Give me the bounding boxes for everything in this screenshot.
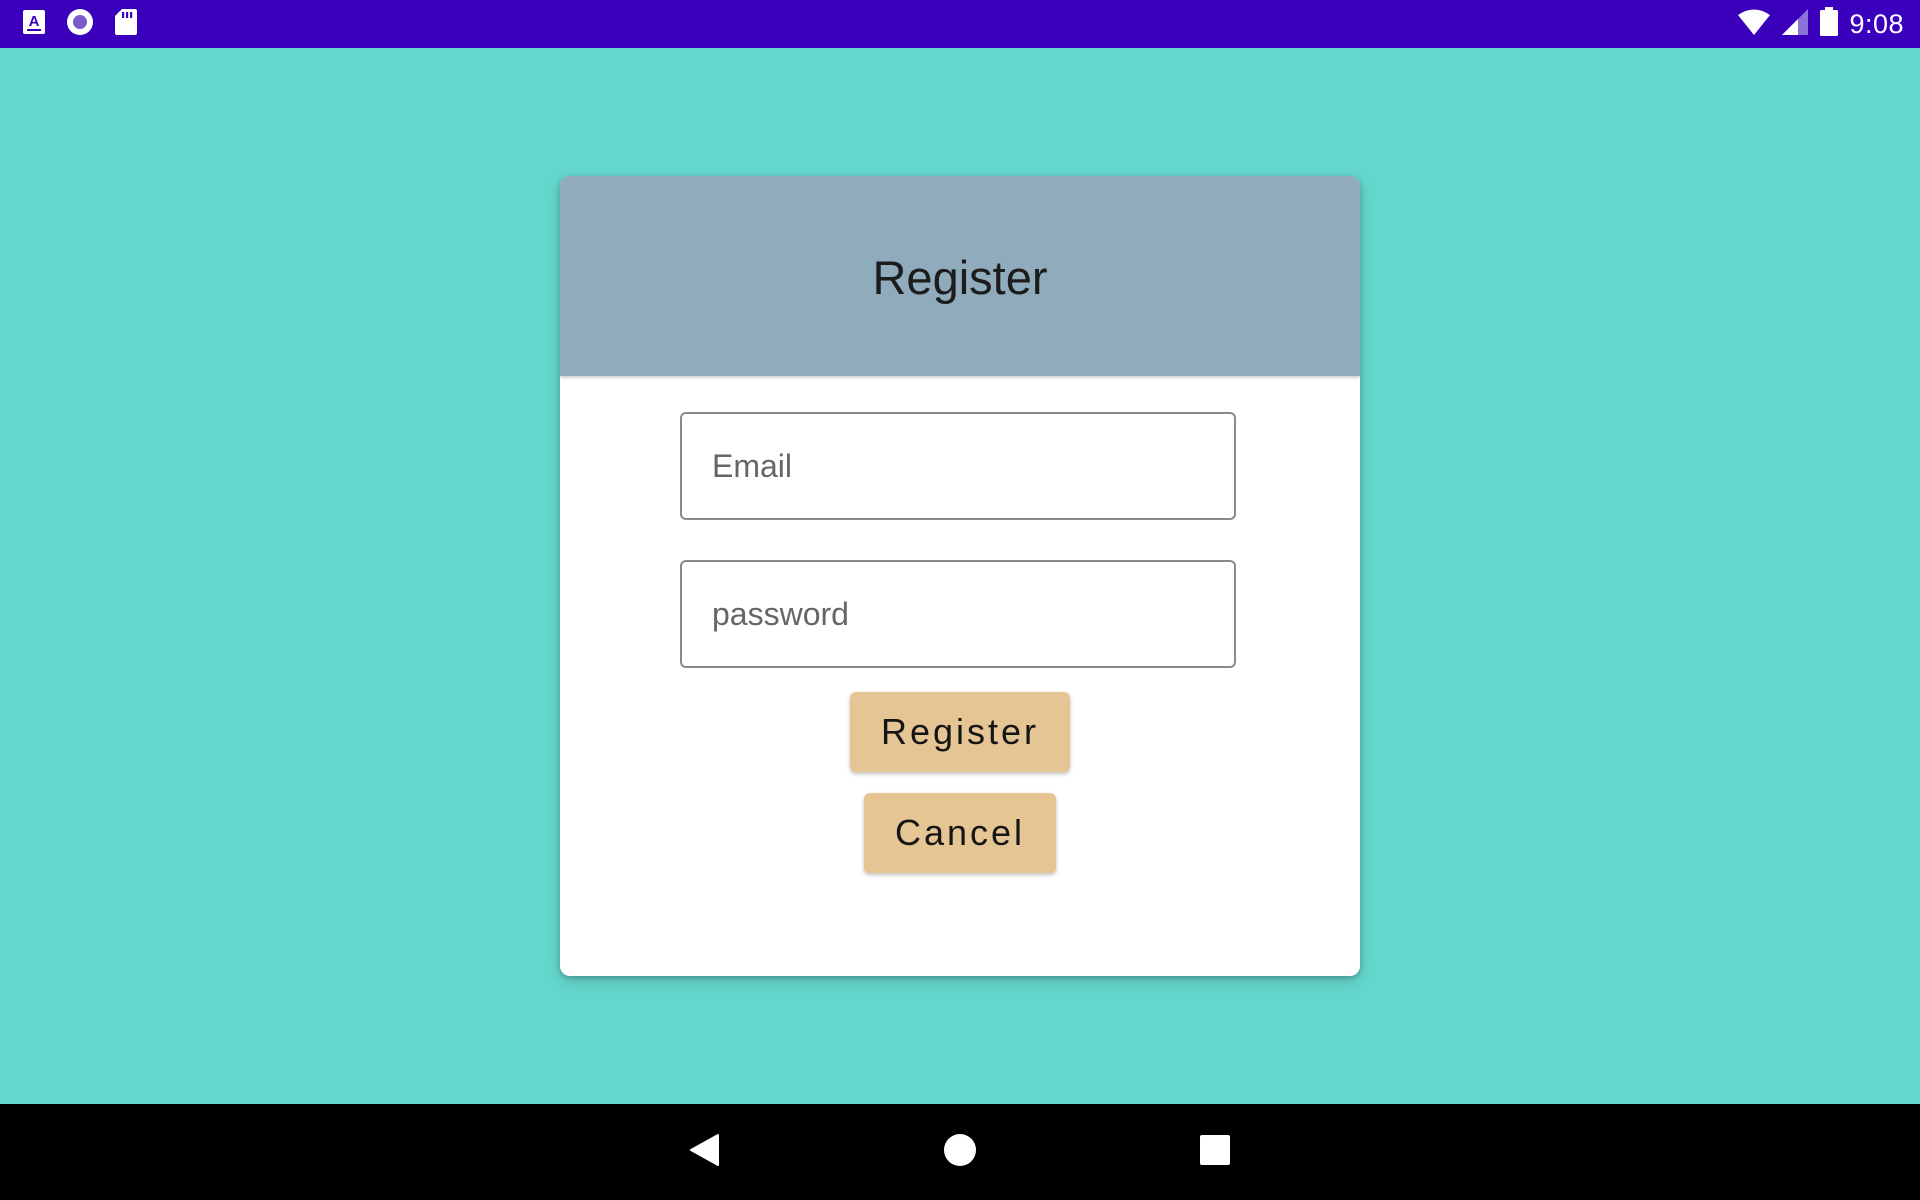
register-button[interactable]: Register: [850, 692, 1070, 772]
signal-icon: [1781, 8, 1809, 41]
page-title: Register: [872, 251, 1048, 304]
svg-text:A: A: [29, 13, 40, 30]
circle-app-icon: [66, 8, 94, 41]
card-header: Register: [560, 176, 1360, 376]
register-card: Register Register Cancel: [560, 176, 1360, 976]
password-input[interactable]: [682, 562, 1234, 666]
recents-icon: [1200, 1134, 1230, 1170]
password-field[interactable]: [680, 560, 1236, 668]
home-icon: [943, 1133, 977, 1172]
recents-button[interactable]: [1167, 1104, 1263, 1200]
home-button[interactable]: [912, 1104, 1008, 1200]
wifi-icon: [1737, 8, 1771, 41]
email-input[interactable]: [682, 414, 1234, 518]
a-keyboard-icon: A: [22, 9, 46, 40]
navigation-bar: [0, 1104, 1920, 1200]
status-time: 9:08: [1849, 8, 1904, 39]
cancel-button[interactable]: Cancel: [864, 793, 1056, 873]
email-field[interactable]: [680, 412, 1236, 520]
status-system-icons: 9:08: [1737, 0, 1904, 48]
status-bar: A 9:08: [0, 0, 1920, 48]
status-notification-icons: A: [22, 8, 138, 41]
back-icon: [688, 1133, 720, 1172]
sd-card-icon: [114, 8, 138, 41]
back-button[interactable]: [656, 1104, 752, 1200]
battery-icon: [1819, 6, 1839, 42]
